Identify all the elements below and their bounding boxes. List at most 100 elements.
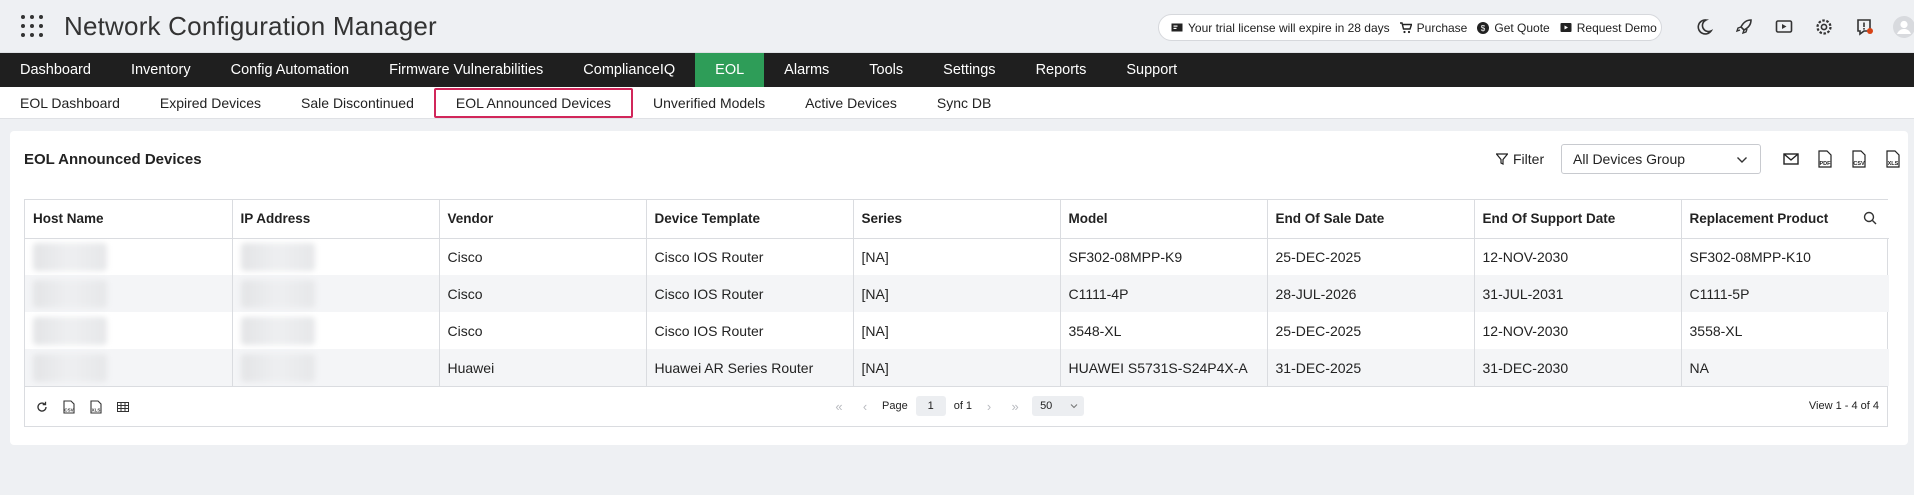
filter-icon [1496, 153, 1508, 165]
cell-replacement: SF302-08MPP-K10 [1689, 248, 1811, 265]
tab-active-devices[interactable]: Active Devices [785, 88, 917, 118]
cart-icon [1399, 21, 1412, 33]
tab-eol-announced-devices[interactable]: EOL Announced Devices [433, 87, 634, 118]
cell-model: C1111-4P [1060, 275, 1268, 312]
redacted-host [33, 279, 107, 308]
col-vendor[interactable]: Vendor [439, 200, 647, 239]
cell-replacement: C1111-5P [1681, 275, 1889, 312]
table-row[interactable]: Cisco Cisco IOS Router [NA] 3548-XL 25-D… [25, 312, 1889, 349]
tab-eol-dashboard[interactable]: EOL Dashboard [0, 88, 140, 118]
cell-series: [NA] [853, 312, 1061, 349]
nav-complianceiq[interactable]: ComplianceIQ [563, 53, 695, 87]
page-total: of 1 [953, 400, 973, 412]
chevron-down-icon [1070, 404, 1078, 409]
first-page-icon[interactable]: « [830, 399, 848, 414]
cell-ip-address [232, 275, 440, 312]
demo-icon [1560, 22, 1572, 32]
tab-expired-devices[interactable]: Expired Devices [140, 88, 281, 118]
nav-tools[interactable]: Tools [849, 53, 923, 87]
cell-vendor: Cisco [439, 238, 647, 275]
col-ip-address[interactable]: IP Address [232, 200, 440, 239]
cell-replacement: 3558-XL [1689, 322, 1743, 339]
purchase-link[interactable]: Purchase [1399, 21, 1467, 35]
column-chooser-icon[interactable] [114, 399, 131, 415]
csv-export-icon[interactable]: CSV [60, 399, 77, 415]
rocket-icon[interactable] [1724, 14, 1764, 40]
page-title: EOL Announced Devices [24, 151, 202, 168]
gear-icon[interactable] [1804, 14, 1844, 40]
device-group-select[interactable]: All Devices Group [1561, 144, 1761, 174]
cell-vendor: Cisco [439, 312, 647, 349]
redacted-ip [240, 316, 315, 345]
dollar-icon: $ [1477, 21, 1490, 34]
col-series[interactable]: Series [853, 200, 1061, 239]
cell-device-template: Cisco IOS Router [646, 275, 854, 312]
col-model[interactable]: Model [1060, 200, 1268, 239]
refresh-icon[interactable] [33, 399, 50, 415]
cell-series: [NA] [853, 349, 1061, 386]
table-header-row: Host Name IP Address Vendor Device Templ… [25, 200, 1889, 239]
app-title: Network Configuration Manager [64, 10, 437, 41]
request-demo-link[interactable]: Request Demo [1560, 21, 1657, 35]
page-label: Page [882, 400, 908, 412]
next-page-icon[interactable]: › [980, 399, 998, 414]
cell-host-name [25, 349, 233, 386]
trial-message: Your trial license will expire in 28 day… [1171, 21, 1390, 35]
cell-host-name [25, 312, 233, 349]
tab-unverified-models[interactable]: Unverified Models [633, 88, 785, 118]
table-footer: CSV XLS « ‹ Page 1 of 1 › » 50 View 1 - … [25, 386, 1887, 426]
nav-dashboard[interactable]: Dashboard [0, 53, 111, 87]
chevron-down-icon [1737, 157, 1747, 163]
filter-button[interactable]: Filter [1496, 151, 1544, 167]
cell-vendor: Cisco [439, 275, 647, 312]
sub-nav: EOL Dashboard Expired Devices Sale Disco… [0, 87, 1914, 119]
cell-end-of-support: 31-DEC-2030 [1474, 349, 1682, 386]
svg-text:CSV: CSV [64, 408, 73, 413]
cell-ip-address [232, 238, 440, 275]
search-icon[interactable] [1863, 211, 1877, 225]
svg-text:CSV: CSV [1853, 161, 1865, 167]
cell-device-template: Huawei AR Series Router [646, 349, 854, 386]
page-size-select[interactable]: 50 [1032, 396, 1085, 416]
col-replacement-product[interactable]: Replacement Product [1681, 200, 1889, 239]
nav-eol[interactable]: EOL [695, 53, 765, 87]
table-row[interactable]: Cisco Cisco IOS Router [NA] SF302-08MPP-… [25, 238, 1889, 275]
cell-device-template: Cisco IOS Router [646, 312, 854, 349]
moon-icon[interactable] [1684, 14, 1724, 40]
nav-config-automation[interactable]: Config Automation [211, 53, 370, 87]
video-icon[interactable] [1764, 14, 1804, 40]
view-count: View 1 - 4 of 4 [1808, 400, 1879, 412]
export-pdf-icon[interactable]: PDF [1808, 148, 1842, 170]
col-end-of-support-date[interactable]: End Of Support Date [1474, 200, 1682, 239]
get-quote-link[interactable]: $ Get Quote [1477, 21, 1550, 35]
app-switcher-icon[interactable] [20, 14, 44, 38]
tab-sync-db[interactable]: Sync DB [917, 88, 1011, 118]
last-page-icon[interactable]: » [1006, 399, 1024, 414]
alert-icon[interactable] [1844, 14, 1884, 40]
cell-model: 3548-XL [1060, 312, 1268, 349]
xls-export-icon[interactable]: XLS [87, 399, 104, 415]
export-xls-icon[interactable]: XLS [1876, 148, 1910, 170]
tab-sale-discontinued[interactable]: Sale Discontinued [281, 88, 434, 118]
nav-inventory[interactable]: Inventory [111, 53, 211, 87]
nav-firmware-vulnerabilities[interactable]: Firmware Vulnerabilities [369, 53, 563, 87]
table-footer-tools: CSV XLS [33, 399, 131, 415]
nav-settings[interactable]: Settings [923, 53, 1015, 87]
table-row[interactable]: Huawei Huawei AR Series Router [NA] HUAW… [25, 349, 1889, 386]
email-icon[interactable] [1774, 148, 1808, 170]
cell-series: [NA] [853, 238, 1061, 275]
col-device-template[interactable]: Device Template [646, 200, 854, 239]
col-end-of-sale-date[interactable]: End Of Sale Date [1267, 200, 1475, 239]
page-number-input[interactable]: 1 [915, 396, 946, 416]
redacted-host [33, 353, 107, 382]
nav-alarms[interactable]: Alarms [764, 53, 849, 87]
nav-reports[interactable]: Reports [1016, 53, 1107, 87]
export-csv-icon[interactable]: CSV [1842, 148, 1876, 170]
table-row[interactable]: Cisco Cisco IOS Router [NA] C1111-4P 28-… [25, 275, 1889, 312]
nav-support[interactable]: Support [1106, 53, 1197, 87]
user-avatar-icon[interactable] [1884, 14, 1914, 40]
prev-page-icon[interactable]: ‹ [856, 399, 874, 414]
col-host-name[interactable]: Host Name [25, 200, 233, 239]
cell-ip-address [232, 349, 440, 386]
cell-model: SF302-08MPP-K9 [1060, 238, 1268, 275]
